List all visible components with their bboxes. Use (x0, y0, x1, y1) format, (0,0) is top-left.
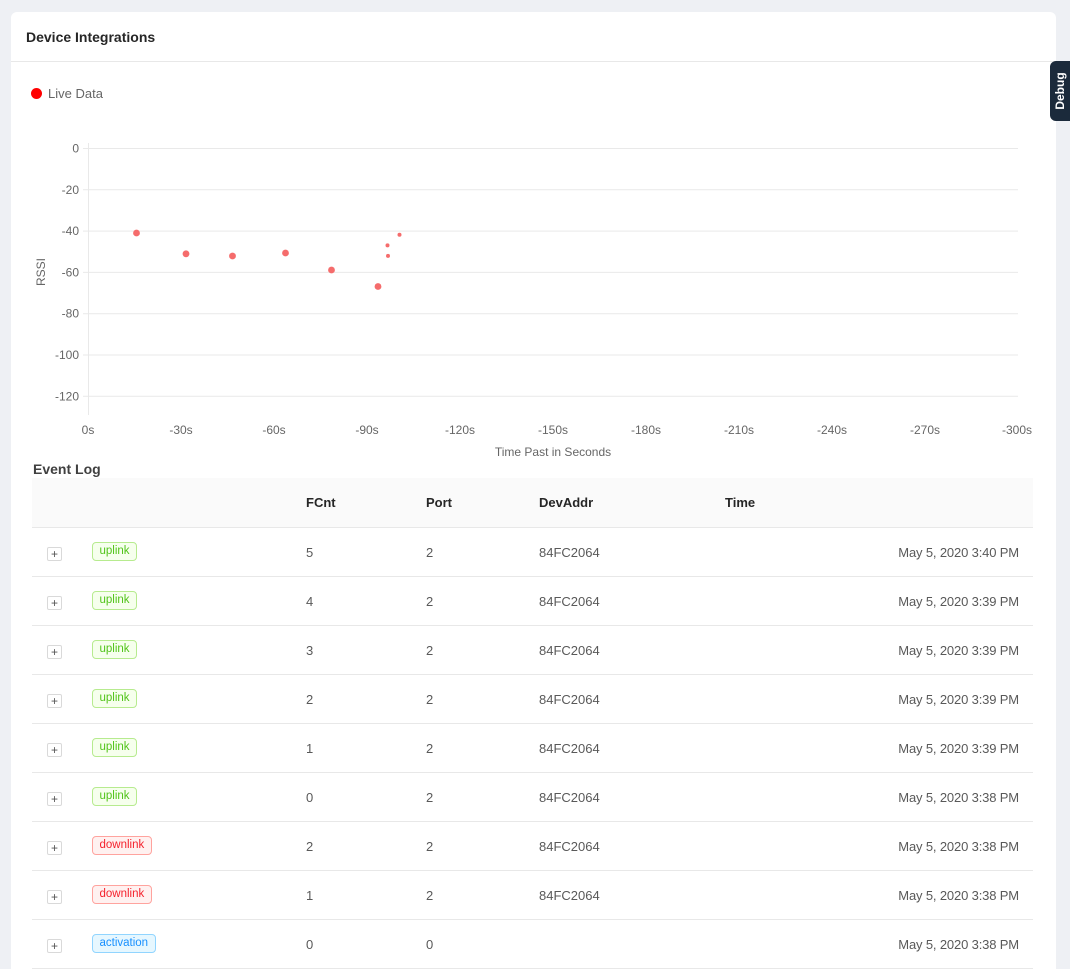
svg-text:-80: -80 (62, 307, 80, 321)
svg-text:-60s: -60s (262, 423, 285, 437)
svg-text:-270s: -270s (910, 423, 940, 437)
svg-text:-60: -60 (62, 265, 80, 279)
svg-text:-120s: -120s (445, 423, 475, 437)
svg-text:RSSI: RSSI (34, 258, 48, 286)
svg-text:-210s: -210s (724, 423, 754, 437)
svg-text:Time Past in Seconds: Time Past in Seconds (495, 445, 611, 459)
svg-text:-120: -120 (55, 389, 79, 403)
svg-text:-240s: -240s (817, 423, 847, 437)
svg-text:-30s: -30s (169, 423, 192, 437)
svg-text:-40: -40 (62, 224, 80, 238)
svg-text:-20: -20 (62, 183, 80, 197)
svg-text:-180s: -180s (631, 423, 661, 437)
svg-text:0s: 0s (82, 423, 95, 437)
svg-text:-90s: -90s (355, 423, 378, 437)
svg-text:-100: -100 (55, 348, 79, 362)
svg-text:0: 0 (72, 142, 79, 156)
svg-text:-150s: -150s (538, 423, 568, 437)
svg-text:-300s: -300s (1002, 423, 1032, 437)
